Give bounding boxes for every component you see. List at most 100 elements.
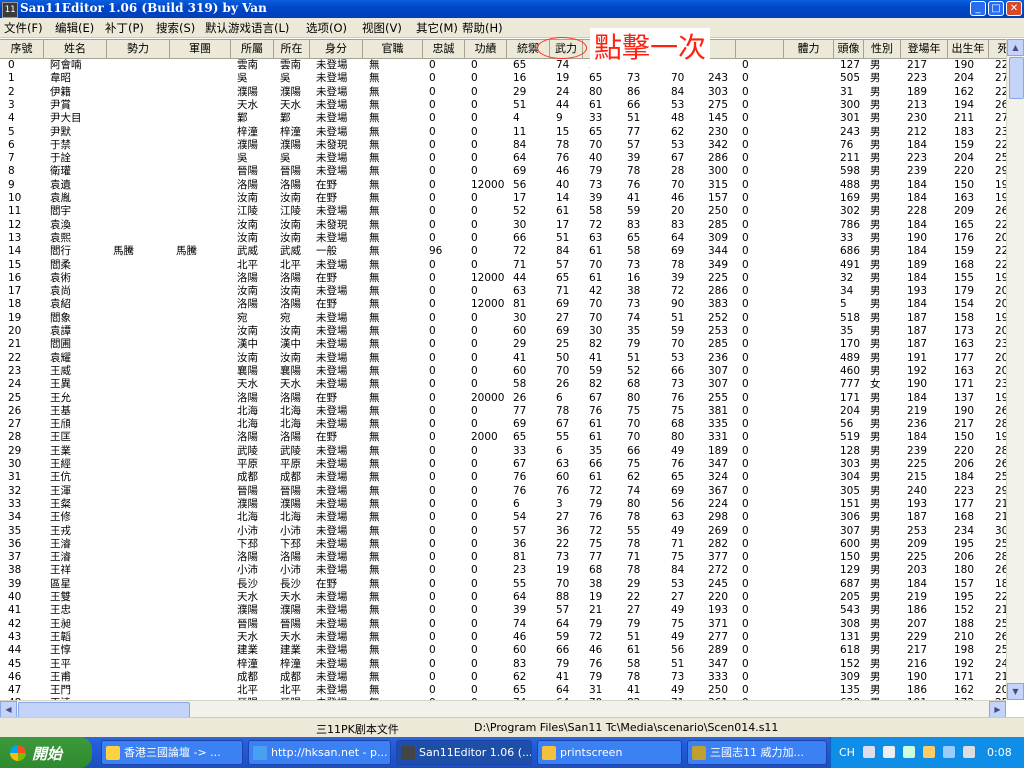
table-row[interactable]: 44 王惇 建業 建業 未登場 無 0 0 60 66 46 61 56 289 0 618 男 217 198 25… (0, 644, 1006, 657)
table-row[interactable]: 1 韋昭 吳 吳 未登場 無 0 0 16 19 65 73 70 243 0 505 男 223 204 273 (0, 72, 1006, 85)
menu-item[interactable]: 选项(O) (306, 20, 347, 36)
table-row[interactable]: 35 王戎 小沛 小沛 未登場 無 0 0 57 36 72 55 49 269 0 307 男 253 234 30… (0, 525, 1006, 538)
table-row[interactable]: 22 袁耀 汝南 汝南 未登場 無 0 0 41 50 41 51 53 236 0 489 男 191 177 20… (0, 352, 1006, 365)
column-header[interactable]: 功績 (465, 40, 507, 59)
table-row[interactable]: 43 王韜 天水 天水 未登場 無 0 0 46 59 72 51 49 277 0 131 男 229 210 26… (0, 631, 1006, 644)
table-row[interactable]: 25 王允 洛陽 洛陽 在野 無 0 20000 26 6 67 80 76 255 0 171 男 184 137… (0, 392, 1006, 405)
table-row[interactable]: 16 袁術 洛陽 洛陽 在野 無 0 12000 44 65 61 16 39 225 0 32 男 184 155… (0, 272, 1006, 285)
table-row[interactable]: 21 閻圃 漢中 漢中 未登場 無 0 0 29 25 82 79 70 285 0 170 男 187 163 23… (0, 338, 1006, 351)
taskbar-item-editor[interactable]: San11Editor 1.06 (... (396, 740, 532, 765)
column-header[interactable]: 姓名 (44, 40, 107, 59)
scroll-left-button[interactable]: ◀ (0, 701, 17, 718)
menu-item[interactable]: 搜索(S) (156, 20, 195, 36)
vertical-scroll-thumb[interactable] (1009, 57, 1024, 99)
table-cell: 王濬 (50, 537, 71, 550)
column-header[interactable]: 體力 (784, 40, 834, 59)
table-row[interactable]: 3 尹賞 天水 天水 未登場 無 0 0 51 44 61 66 53 275 0 300 男 213 194 260 (0, 99, 1006, 112)
table-row[interactable]: 26 王基 北海 北海 未登場 無 0 0 77 78 76 75 75 381 0 204 男 219 190 26… (0, 405, 1006, 418)
menu-item[interactable]: 其它(M) (416, 20, 458, 36)
table-row[interactable]: 32 王渾 晉陽 晉陽 未登場 無 0 0 76 76 72 74 69 367 0 305 男 240 223 29… (0, 485, 1006, 498)
table-row[interactable]: 19 閻象 宛 宛 未登場 無 0 0 30 27 70 74 51 252 0 518 男 187 158 199 (0, 312, 1006, 325)
table-row[interactable]: 12 袁渙 汝南 汝南 未發現 無 0 0 30 17 72 83 83 285 0 786 男 184 165 22… (0, 219, 1006, 232)
table-row[interactable]: 18 袁紹 洛陽 洛陽 在野 無 0 12000 81 69 70 73 90 383 0 5 男 184 154 2… (0, 298, 1006, 311)
menu-item[interactable]: 文件(F) (4, 20, 43, 36)
table-row[interactable]: 10 袁胤 汝南 汝南 在野 無 0 0 17 14 39 41 46 157 0 169 男 184 163 199 (0, 192, 1006, 205)
column-header[interactable]: 所屬 (231, 40, 274, 59)
table-row[interactable]: 15 閻柔 北平 北平 未登場 無 0 0 71 57 70 73 78 349 0 491 男 189 168 22… (0, 259, 1006, 272)
table-row[interactable]: 13 袁熙 汝南 汝南 未登場 無 0 0 66 51 63 65 64 309 0 33 男 190 176 207 (0, 232, 1006, 245)
taskbar-item-game[interactable]: 三國志11 威力加... (687, 740, 827, 765)
taskbar-item-folder[interactable]: printscreen (537, 740, 682, 765)
column-header[interactable]: 性別 (864, 40, 901, 59)
scroll-up-button[interactable]: ▲ (1007, 39, 1024, 56)
table-row[interactable]: 34 王修 北海 北海 未登場 無 0 0 54 27 76 78 63 298 0 306 男 187 168 21… (0, 511, 1006, 524)
table-row[interactable]: 2 伊籍 濮陽 濮陽 未登場 無 0 0 29 24 80 86 84 303 0 31 男 189 162 226 (0, 86, 1006, 99)
scroll-right-button[interactable]: ▶ (989, 701, 1006, 718)
column-header[interactable]: 身分 (310, 40, 363, 59)
table-row[interactable]: 31 王伉 成都 成都 未登場 無 0 0 76 60 61 62 65 324 0 304 男 215 184 25… (0, 471, 1006, 484)
column-header[interactable]: 所在 (274, 40, 310, 59)
table-row[interactable]: 7 于詮 吳 吳 未登場 無 0 0 64 76 40 39 67 286 0 211 男 223 204 258 (0, 152, 1006, 165)
column-header[interactable]: 忠誠 (423, 40, 465, 59)
table-row[interactable]: 6 于禁 濮陽 濮陽 未發現 無 0 0 84 78 70 57 53 342 0 76 男 184 159 221 (0, 139, 1006, 152)
keyboard-icon[interactable] (863, 746, 875, 758)
table-row[interactable]: 42 王昶 晉陽 晉陽 未登場 無 0 0 74 64 79 79 75 371 0 308 男 207 188 25… (0, 618, 1006, 631)
table-row[interactable]: 28 王匡 洛陽 洛陽 在野 無 0 2000 65 55 61 70 80 331 0 519 男 184 150… (0, 431, 1006, 444)
table-row[interactable]: 39 區星 長沙 長沙 在野 無 0 0 55 70 38 29 53 245 0 687 男 184 157 187 (0, 578, 1006, 591)
column-header[interactable]: 官職 (363, 40, 423, 59)
table-row[interactable]: 36 王濬 下邳 下邳 未登場 無 0 0 36 22 75 78 71 282 0 600 男 209 195 25… (0, 538, 1006, 551)
table-row[interactable]: 14 閻行 馬騰 馬騰 武威 武威 一般 無 96 0 72 84 61 58 69 344 0 686 男 184 1… (0, 245, 1006, 258)
column-header[interactable]: 軍團 (170, 40, 231, 59)
table-row[interactable]: 17 袁尚 汝南 汝南 未登場 無 0 0 63 71 42 38 72 286 0 34 男 193 179 207 (0, 285, 1006, 298)
start-button[interactable]: 開始 (0, 737, 92, 768)
volume-icon[interactable] (963, 746, 975, 758)
table-row[interactable]: 4 尹大目 鄴 鄴 未登場 無 0 0 4 9 33 51 48 145 0 301 男 230 211 270 (0, 112, 1006, 125)
taskbar-item-forum[interactable]: 香港三國論壇 -> ... (101, 740, 243, 765)
table-row[interactable]: 9 袁遺 洛陽 洛陽 在野 無 0 12000 56 40 73 76 70 315 0 488 男 184 150… (0, 179, 1006, 192)
vertical-scrollbar[interactable]: ▲ ▼ (1006, 39, 1024, 700)
table-row[interactable]: 0阿會喃雲南雲南未登場無006574260127男217190225 (0, 59, 1006, 72)
tray-icon[interactable] (903, 746, 915, 758)
column-header[interactable]: 勢力 (107, 40, 170, 59)
table-row[interactable]: 27 王頎 北海 北海 未登場 無 0 0 69 67 61 70 68 335 0 56 男 236 217 281 (0, 418, 1006, 431)
table-row[interactable]: 45 王平 梓潼 梓潼 未登場 無 0 0 83 79 76 58 51 347 0 152 男 216 192 24… (0, 658, 1006, 671)
column-header[interactable]: 出生年 (948, 40, 989, 59)
taskbar-item-browser[interactable]: http://hksan.net - p... (248, 740, 391, 765)
column-header[interactable]: 死亡 (989, 40, 1006, 59)
table-row[interactable]: 40 王雙 天水 天水 未登場 無 0 0 64 88 19 22 27 220 0 205 男 219 195 22… (0, 591, 1006, 604)
close-button[interactable]: ✕ (1006, 1, 1022, 16)
clock[interactable]: 0:08 (987, 746, 1012, 759)
ime-icon[interactable] (883, 746, 895, 758)
language-indicator[interactable]: CH (839, 746, 855, 759)
table-row[interactable]: 5 尹默 梓潼 梓潼 未登場 無 0 0 11 15 65 77 62 230 0 243 男 212 183 239 (0, 126, 1006, 139)
network-icon[interactable] (943, 746, 955, 758)
table-row[interactable]: 47 王門 北平 北平 未登場 無 0 0 65 64 31 41 49 250 0 135 男 186 162 20… (0, 684, 1006, 697)
table-row[interactable]: 33 王粲 濮陽 濮陽 未登場 無 0 0 6 3 79 80 56 224 0 151 男 193 177 217 (0, 498, 1006, 511)
scroll-down-button[interactable]: ▼ (1007, 683, 1024, 700)
maximize-button[interactable]: □ (988, 1, 1004, 16)
column-header[interactable] (736, 40, 784, 59)
column-header[interactable]: 序號 (0, 40, 44, 59)
column-header[interactable]: 頭像 (834, 40, 864, 59)
menu-item[interactable]: 编辑(E) (55, 20, 94, 36)
table-row[interactable]: 29 王業 武陵 武陵 未登場 無 0 0 33 6 35 66 49 189 0 128 男 239 220 280 (0, 445, 1006, 458)
table-row[interactable]: 41 王忠 濮陽 濮陽 未登場 無 0 0 39 57 21 27 49 193 0 543 男 186 152 21… (0, 604, 1006, 617)
minimize-button[interactable]: _ (970, 1, 986, 16)
menu-item[interactable]: 帮助(H) (462, 20, 503, 36)
column-header[interactable]: 登場年 (901, 40, 948, 59)
menu-item[interactable]: 视图(V) (362, 20, 402, 36)
horizontal-scroll-thumb[interactable] (18, 702, 190, 718)
table-row[interactable]: 11 閻宇 江陵 江陵 未登場 無 0 0 52 61 58 59 20 250 0 302 男 228 209 26… (0, 205, 1006, 218)
table-row[interactable]: 24 王異 天水 天水 未登場 無 0 0 58 26 82 68 73 307 0 777 女 190 171 23… (0, 378, 1006, 391)
table-row[interactable]: 30 王經 平原 平原 未登場 無 0 0 67 63 66 75 76 347 0 303 男 225 206 26… (0, 458, 1006, 471)
menu-item[interactable]: 补丁(P) (105, 20, 144, 36)
table-row[interactable]: 38 王祥 小沛 小沛 未登場 無 0 0 23 19 68 78 84 272 0 129 男 203 180 26… (0, 564, 1006, 577)
table-row[interactable]: 46 王甫 成都 成都 未登場 無 0 0 62 41 79 78 73 333 0 309 男 190 171 21… (0, 671, 1006, 684)
table-row[interactable]: 8 衛瓘 晉陽 晉陽 未登場 無 0 0 69 46 79 78 28 300 0 598 男 239 220 291 (0, 165, 1006, 178)
tray-icon[interactable] (923, 746, 935, 758)
menu-item[interactable]: 默认游戏语言(L) (205, 20, 289, 36)
table-row[interactable]: 37 王濬 洛陽 洛陽 未登場 無 0 0 81 73 77 71 75 377 0 150 男 225 206 28… (0, 551, 1006, 564)
table-row[interactable]: 20 袁譚 汝南 汝南 未登場 無 0 0 60 69 30 35 59 253 0 35 男 187 173 205 (0, 325, 1006, 338)
horizontal-scrollbar[interactable]: ◀ ▶ (0, 700, 1006, 718)
table-row[interactable]: 23 王威 襄陽 襄陽 未登場 無 0 0 60 70 59 52 66 307 0 460 男 192 163 20… (0, 365, 1006, 378)
